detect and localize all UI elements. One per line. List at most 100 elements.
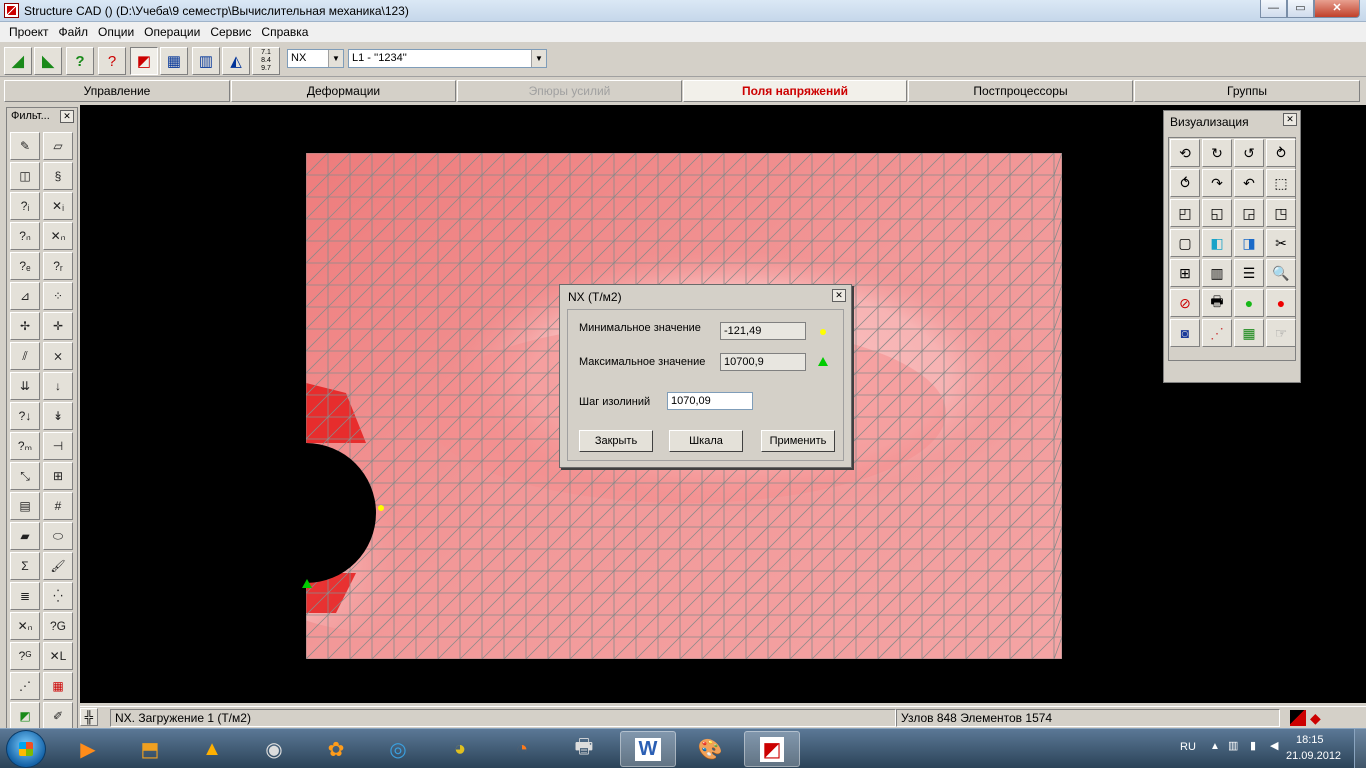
tab-control[interactable]: Управление (4, 80, 230, 102)
link-icon[interactable]: ⁘ (43, 282, 73, 310)
media-player-icon[interactable]: ▶ (60, 731, 116, 767)
view-top-icon[interactable]: ◲ (1234, 199, 1264, 227)
node-type-icon[interactable]: ?ₙ (10, 222, 40, 250)
rotate-x-alt-icon[interactable]: ↺ (1234, 139, 1264, 167)
rotate-y-back-icon[interactable]: ↶ (1234, 169, 1264, 197)
group-alt-icon[interactable]: ?ᴳ (10, 642, 40, 670)
fragment-icon[interactable]: ⊞ (43, 462, 73, 490)
menu-operations[interactable]: Операции (139, 25, 205, 39)
scale-button[interactable]: Шкала (669, 430, 743, 452)
cube-blue-icon[interactable]: ◨ (1234, 229, 1264, 257)
no-entry-icon[interactable]: ⊘ (1170, 289, 1200, 317)
rotate-icon[interactable]: ⟲ (1170, 139, 1200, 167)
maximize-button[interactable]: ▭ (1287, 0, 1314, 18)
tab-force-diagrams[interactable]: Эпюры усилий (457, 80, 682, 102)
tab-postprocessors[interactable]: Постпроцессоры (908, 80, 1133, 102)
red-light-icon[interactable]: ● (1266, 289, 1296, 317)
layers-icon[interactable]: ≣ (10, 582, 40, 610)
paint-icon[interactable]: 🎨 (682, 731, 738, 767)
cube-icon[interactable]: ◫ (10, 162, 40, 190)
show-desktop-button[interactable] (1354, 729, 1366, 768)
red-grid-icon[interactable]: ▦ (43, 672, 73, 700)
local-axis-icon[interactable]: ✕L (43, 642, 73, 670)
frame-view-icon[interactable]: ▥ (1202, 259, 1232, 287)
axis-cross-icon[interactable]: ✢ (10, 312, 40, 340)
rotate-y-icon[interactable]: ⥀ (1170, 169, 1200, 197)
undo-view-icon[interactable]: ◙ (1170, 319, 1200, 347)
view-side-icon[interactable]: ◱ (1202, 199, 1232, 227)
scale-values-icon[interactable]: 7.1 8.4 9.7 (252, 47, 280, 75)
dimension-icon[interactable]: ⤡ (10, 462, 40, 490)
deformed-scheme-icon[interactable]: ◢ (4, 47, 32, 75)
stiffness-icon[interactable]: ?ₑ (10, 252, 40, 280)
aimp-icon[interactable]: ▲ (184, 731, 240, 767)
brush-icon[interactable]: 🖌 (43, 552, 73, 580)
scheme-view-icon[interactable]: ◣ (34, 47, 62, 75)
group-icon[interactable]: ?G (43, 612, 73, 640)
close-icon[interactable]: ✕ (1283, 113, 1297, 126)
spring-icon[interactable]: § (43, 162, 73, 190)
chevron-down-icon[interactable]: ▼ (531, 50, 546, 67)
field-selector[interactable]: NX ▼ (287, 49, 344, 68)
menu-options[interactable]: Опции (93, 25, 139, 39)
axis-cross-alt-icon[interactable]: ✛ (43, 312, 73, 340)
close-icon[interactable]: ✕ (832, 289, 846, 302)
installer-icon[interactable]: ⬒ (122, 731, 178, 767)
tray-expand-icon[interactable]: ▲ (1210, 741, 1220, 752)
contour-plot-icon[interactable]: ◭ (222, 47, 250, 75)
tab-stress-fields[interactable]: Поля напряжений (683, 80, 907, 102)
close-button[interactable]: ✕ (1314, 0, 1360, 18)
minimize-button[interactable]: — (1260, 0, 1287, 18)
hand-icon[interactable]: ☞ (1266, 319, 1296, 347)
printer-app-icon[interactable]: 🖶 (556, 731, 612, 767)
node-number-icon[interactable]: ?ᵢ (10, 192, 40, 220)
cube-outline-icon[interactable]: ▢ (1170, 229, 1200, 257)
firefox-icon[interactable]: ◔ (494, 731, 550, 767)
dialog-close-button[interactable]: Закрыть (579, 430, 653, 452)
force-icon[interactable]: ?↓ (10, 402, 40, 430)
hinge-alt-icon[interactable]: ⨯ (43, 342, 73, 370)
clock-date[interactable]: 21.09.2012 (1286, 750, 1341, 762)
close-icon[interactable]: ✕ (60, 110, 74, 123)
list-dropdown-icon[interactable]: ☰ (1234, 259, 1264, 287)
support-icon[interactable]: ⊿ (10, 282, 40, 310)
menu-service[interactable]: Сервис (205, 25, 256, 39)
pencil-icon[interactable]: ✎ (10, 132, 40, 160)
global-axis-icon[interactable]: ✐ (43, 702, 73, 730)
rotate-z-icon[interactable]: ⥁ (1266, 139, 1296, 167)
language-indicator[interactable]: RU (1180, 741, 1196, 753)
crosshair-icon[interactable]: ╬ (80, 708, 98, 726)
normal-icon[interactable]: ✕ₙ (10, 612, 40, 640)
menu-help[interactable]: Справка (256, 25, 313, 39)
frame-grid-icon[interactable]: ▥ (192, 47, 220, 75)
zoom-box-icon[interactable]: ⬚ (1266, 169, 1296, 197)
start-button[interactable] (6, 730, 46, 768)
tab-deformations[interactable]: Деформации (231, 80, 456, 102)
rotate-y-alt-icon[interactable]: ↷ (1202, 169, 1232, 197)
section-icon[interactable]: ⬭ (43, 522, 73, 550)
load-selector[interactable]: L1 - ''1234'' ▼ (348, 49, 547, 68)
green-light-icon[interactable]: ● (1234, 289, 1264, 317)
load-icon[interactable]: ⇊ (10, 372, 40, 400)
printer-icon[interactable]: 🖶 (1202, 289, 1232, 317)
grid-icon[interactable]: ▦ (160, 47, 188, 75)
disc-icon[interactable]: ◉ (246, 731, 302, 767)
dotted-mesh-icon[interactable]: ⋰ (1202, 319, 1232, 347)
volume-icon[interactable]: ◀ (1270, 739, 1278, 752)
green-grid-icon[interactable]: ▦ (1234, 319, 1264, 347)
dotted-grid-icon[interactable]: ⋰ (10, 672, 40, 700)
view-front-icon[interactable]: ◰ (1170, 199, 1200, 227)
green-plate-icon[interactable]: ◩ (10, 702, 40, 730)
qip-icon[interactable]: ◎ (370, 731, 426, 767)
table-icon[interactable]: ▤ (10, 492, 40, 520)
apply-button[interactable]: Применить (761, 430, 835, 452)
chevron-down-icon[interactable]: ▼ (328, 50, 343, 67)
cut-icon[interactable]: ✂ (1266, 229, 1296, 257)
moment-alt-icon[interactable]: ⊣ (43, 432, 73, 460)
rotate-x-icon[interactable]: ↻ (1202, 139, 1232, 167)
magnify-icon[interactable]: 🔍 (1266, 259, 1296, 287)
power-icon[interactable]: ▮ (1250, 739, 1256, 752)
word-icon[interactable]: W (620, 731, 676, 767)
question-scheme-icon[interactable]: ? (66, 47, 94, 75)
fragment-view-icon[interactable]: ⊞ (1170, 259, 1200, 287)
